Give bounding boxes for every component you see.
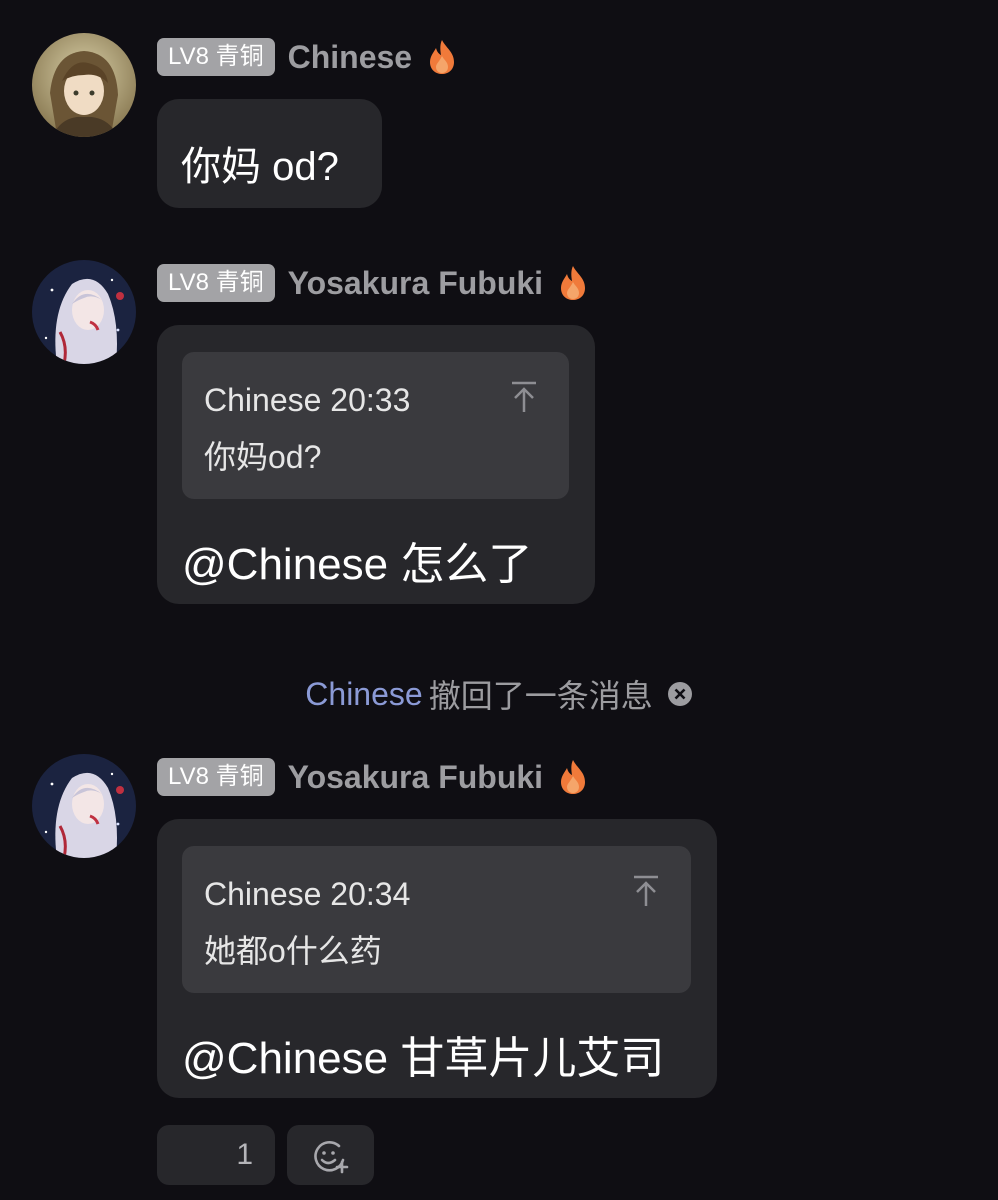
avatar-yosakura[interactable]	[32, 754, 136, 858]
quote-text: 她都o什么药	[204, 933, 382, 969]
avatar-yosakura[interactable]	[32, 260, 136, 364]
avatar-image	[32, 754, 136, 858]
level-badge[interactable]: LV8 青铜	[157, 758, 275, 796]
recall-user-link[interactable]: Chinese	[305, 676, 422, 713]
sender-row: LV8 青铜 Yosakura Fubuki	[157, 757, 589, 797]
avatar-image	[32, 260, 136, 364]
message-text: 你妈 od?	[181, 145, 339, 189]
quote-sender-time: Chinese 20:34	[204, 876, 411, 912]
add-emoji-icon	[314, 1141, 349, 1174]
fire-icon	[426, 38, 458, 76]
add-reaction-button[interactable]	[287, 1125, 374, 1185]
fire-icon	[557, 758, 589, 796]
message-text: @Chinese 甘草片儿艾司	[182, 1034, 665, 1083]
level-badge[interactable]: LV8 青铜	[157, 264, 275, 302]
fire-icon	[557, 264, 589, 302]
sender-name[interactable]: Yosakura Fubuki	[288, 265, 543, 302]
level-badge[interactable]: LV8 青铜	[157, 38, 275, 76]
sender-row: LV8 青铜 Chinese	[157, 37, 458, 77]
sender-name[interactable]: Yosakura Fubuki	[288, 759, 543, 796]
arrow-up-to-top-icon[interactable]	[509, 380, 539, 414]
quote-sender-time: Chinese 20:33	[204, 382, 411, 418]
avatar-chinese[interactable]	[32, 33, 136, 137]
sender-row: LV8 青铜 Yosakura Fubuki	[157, 263, 589, 303]
avatar-image	[32, 33, 136, 137]
quoted-message[interactable]: Chinese 20:33 你妈od?	[182, 352, 569, 499]
reaction-count-button[interactable]: 1	[157, 1125, 275, 1185]
recall-notice: Chinese 撤回了一条消息	[0, 672, 998, 716]
message-text: @Chinese 怎么了	[182, 540, 533, 589]
quoted-message[interactable]: Chinese 20:34 她都o什么药	[182, 846, 691, 993]
close-circle-icon[interactable]	[667, 681, 693, 707]
message-bubble[interactable]: Chinese 20:33 你妈od? @Chinese 怎么了	[157, 325, 595, 604]
arrow-up-to-top-icon[interactable]	[631, 874, 661, 908]
message-bubble[interactable]: 你妈 od?	[157, 99, 382, 208]
recall-text: 撤回了一条消息	[428, 678, 653, 714]
reaction-count: 1	[236, 1138, 253, 1171]
message-bubble[interactable]: Chinese 20:34 她都o什么药 @Chinese 甘草片儿艾司	[157, 819, 717, 1098]
sender-name[interactable]: Chinese	[288, 39, 412, 76]
quote-text: 你妈od?	[204, 439, 322, 475]
